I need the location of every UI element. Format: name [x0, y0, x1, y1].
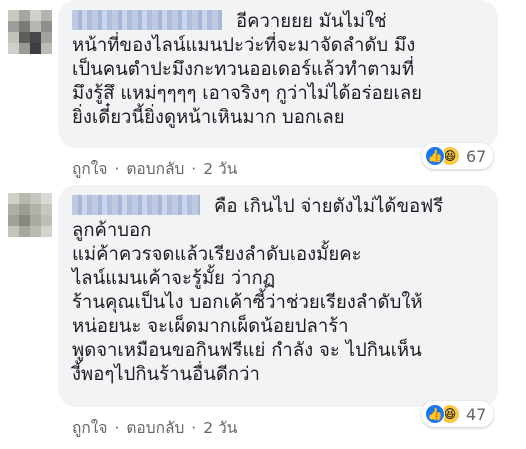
author-name-redacted[interactable]: [72, 195, 200, 215]
comment-text-line: มึงรู้สึ แหม่ๆๆๆๆ เอาจริงๆ กูว่าไม่ได้อร…: [72, 83, 423, 104]
comment-text-line: คือ เกินไป จ่ายตังไม่ได้ขอฟรี: [214, 196, 444, 217]
comment-1: อีควายยย มันไม่ใช่ หน้าที่ของไลน์แมนปะว่…: [0, 0, 526, 185]
comment-text-line: ไลน์แมนเค้าจะรู้มั้ย ว่ากฏ: [72, 268, 276, 289]
avatar[interactable]: [8, 10, 52, 54]
comment-text-line: หน่อยนะ จะเผ็ดมากเผ็ดน้อยปลาร้า: [72, 316, 349, 337]
separator-dot: ·: [191, 160, 197, 178]
timestamp[interactable]: 2 วัน: [203, 419, 237, 437]
like-link[interactable]: ถูกใจ: [72, 160, 107, 178]
reaction-summary[interactable]: 👍 😆 67: [422, 143, 494, 169]
like-icon: 👍: [425, 146, 445, 166]
comment-bubble: อีควายยย มันไม่ใช่ หน้าที่ของไลน์แมนปะว่…: [58, 0, 498, 148]
comment-text-line: ร้านคุณเป็นไง บอกเค้าซี้ว่าช่วยเรียงลำดั…: [72, 292, 423, 313]
comment-text-line: อีควายยย มันไม่ใช่: [236, 11, 387, 32]
reply-link[interactable]: ตอบกลับ: [126, 419, 184, 437]
comment-text-line: ลูกค้าบอก: [72, 220, 152, 241]
avatar[interactable]: [8, 193, 52, 237]
like-link[interactable]: ถูกใจ: [72, 419, 107, 437]
author-name-redacted[interactable]: [72, 10, 222, 30]
comment-2: คือ เกินไป จ่ายตังไม่ได้ขอฟรี ลูกค้าบอก …: [0, 185, 526, 449]
reaction-count: 67: [466, 146, 487, 166]
separator-dot: ·: [191, 419, 197, 437]
timestamp[interactable]: 2 วัน: [203, 160, 237, 178]
reaction-count: 47: [466, 404, 487, 424]
reply-link[interactable]: ตอบกลับ: [126, 160, 184, 178]
comment-bubble: คือ เกินไป จ่ายตังไม่ได้ขอฟรี ลูกค้าบอก …: [58, 185, 498, 407]
reaction-summary[interactable]: 👍 😆 47: [422, 401, 494, 427]
comment-text-line: หน้าที่ของไลน์แมนปะว่ะที่จะมาจัดลำดับ มึ…: [72, 35, 416, 56]
comment-text-line: เป็นคนตำปะมึงกะทวนออเดอร์แล้วทำตามที่: [72, 59, 415, 80]
comment-text-line: พูดจาเหมือนขอกินฟรีแย่ กำลัง จะ ไปกินเห็…: [72, 340, 422, 361]
comment-text-line: แม่ค้าควรจดแล้วเรียงลำดับเองมั้ยคะ: [72, 244, 362, 265]
comment-actions: ถูกใจ · ตอบกลับ · 2 วัน: [72, 156, 237, 181]
like-icon: 👍: [425, 404, 445, 424]
comment-text-line: งี้พอๆไปกินร้านอื่นดีกว่า: [72, 364, 260, 385]
separator-dot: ·: [114, 160, 120, 178]
comment-text-line: ยิ่งเดี๋ยวนี้ยิ่งดูหน้าเหินมาก บอกเลย: [72, 107, 345, 128]
comment-actions: ถูกใจ · ตอบกลับ · 2 วัน: [72, 415, 237, 440]
separator-dot: ·: [114, 419, 120, 437]
